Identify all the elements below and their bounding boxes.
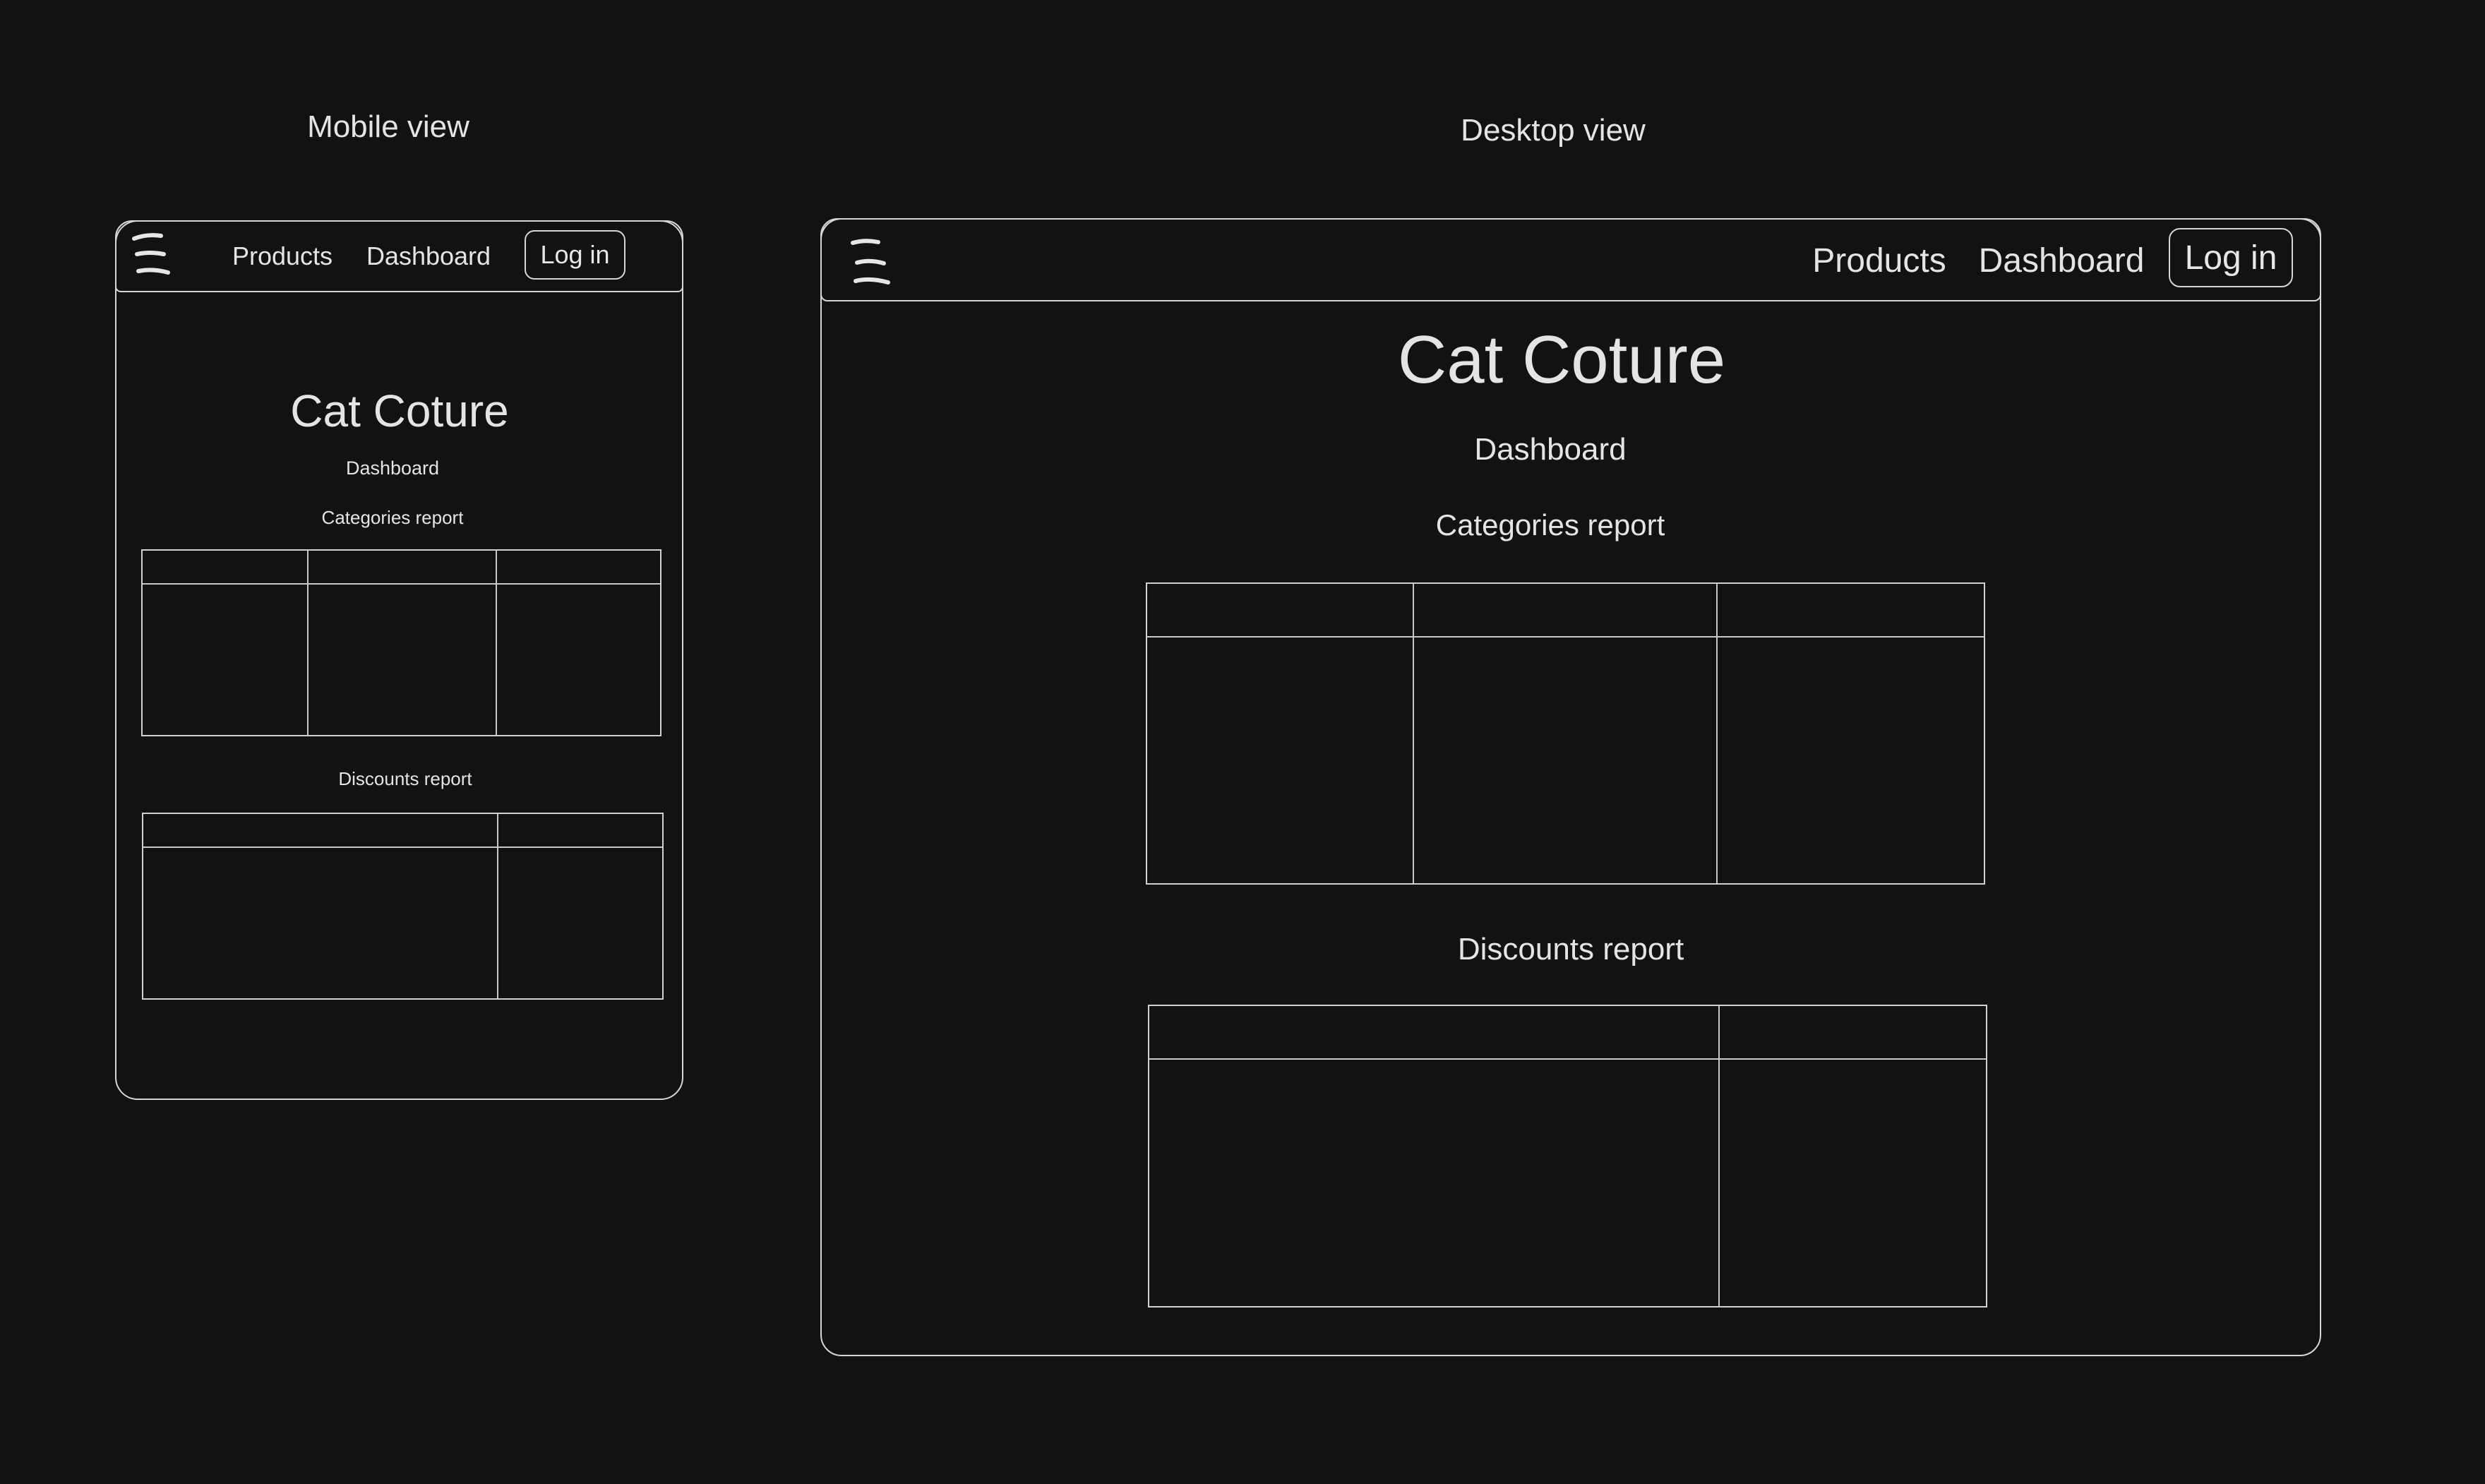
discounts-report-heading: Discounts report xyxy=(338,768,472,789)
categories-report-heading: Categories report xyxy=(1435,508,1665,541)
categories-report-heading: Categories report xyxy=(321,507,464,528)
hamburger-menu-icon[interactable] xyxy=(131,233,172,280)
login-button[interactable]: Log in xyxy=(2169,228,2293,287)
nav-dashboard-link[interactable]: Dashboard xyxy=(1979,241,2145,280)
page-title: Cat Coture xyxy=(1397,322,1726,397)
hamburger-menu-icon[interactable] xyxy=(850,239,892,289)
discounts-report-heading: Discounts report xyxy=(1457,932,1684,967)
nav-dashboard-link[interactable]: Dashboard xyxy=(366,241,491,271)
nav-products-link[interactable]: Products xyxy=(1812,241,1946,280)
nav-products-link[interactable]: Products xyxy=(232,241,333,271)
page-title: Cat Coture xyxy=(290,385,509,436)
mobile-view-label: Mobile view xyxy=(307,109,469,144)
discounts-report-table xyxy=(1148,1005,1987,1308)
page-subtitle: Dashboard xyxy=(1474,432,1627,467)
login-button[interactable]: Log in xyxy=(525,230,625,280)
discounts-report-table xyxy=(142,813,664,1000)
categories-report-table xyxy=(141,549,661,736)
page-subtitle: Dashboard xyxy=(345,457,440,479)
desktop-view-label: Desktop view xyxy=(1461,113,1646,148)
categories-report-table xyxy=(1146,582,1985,885)
